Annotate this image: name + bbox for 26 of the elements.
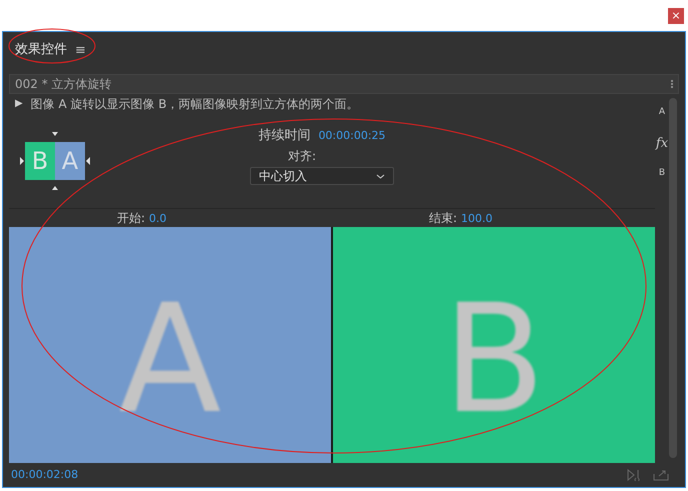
duration-value[interactable]: 00:00:00:25 [318, 128, 386, 144]
effect-name: 002 * 立方体旋转 [15, 76, 112, 93]
start-label: 开始: [116, 210, 145, 227]
side-label: fx [656, 134, 668, 152]
side-label: B [658, 167, 666, 180]
effect-description: 图像 A 旋转以显示图像 B，两幅图像映射到立方体的两个面。 [30, 96, 359, 113]
timecode[interactable]: 00:00:02:08 [11, 466, 78, 484]
duration-label: 持续时间 [258, 126, 310, 145]
align-label: 对齐: [288, 148, 316, 166]
triangle-left-icon[interactable] [86, 156, 90, 165]
panel-title: 效果控件 [15, 41, 67, 60]
chevron-down-icon [376, 174, 385, 179]
triangle-up-icon[interactable] [52, 186, 58, 190]
side-label: A [658, 106, 666, 119]
triangle-down-icon[interactable] [52, 132, 58, 136]
thumbnail-letter: B [25, 142, 55, 180]
align-dropdown[interactable]: 中心切入 [250, 167, 394, 186]
preview-letter: B [442, 285, 546, 435]
grip-icon[interactable] [669, 80, 673, 88]
start-value[interactable]: 0.0 [149, 210, 171, 228]
preview-letter: A [118, 285, 222, 435]
close-button[interactable]: × [668, 8, 684, 24]
expand-toggle[interactable]: ▶ [15, 96, 23, 112]
scrollbar[interactable] [669, 98, 677, 458]
thumbnail-letter: A [55, 142, 85, 180]
end-label: 结束: [428, 210, 457, 227]
